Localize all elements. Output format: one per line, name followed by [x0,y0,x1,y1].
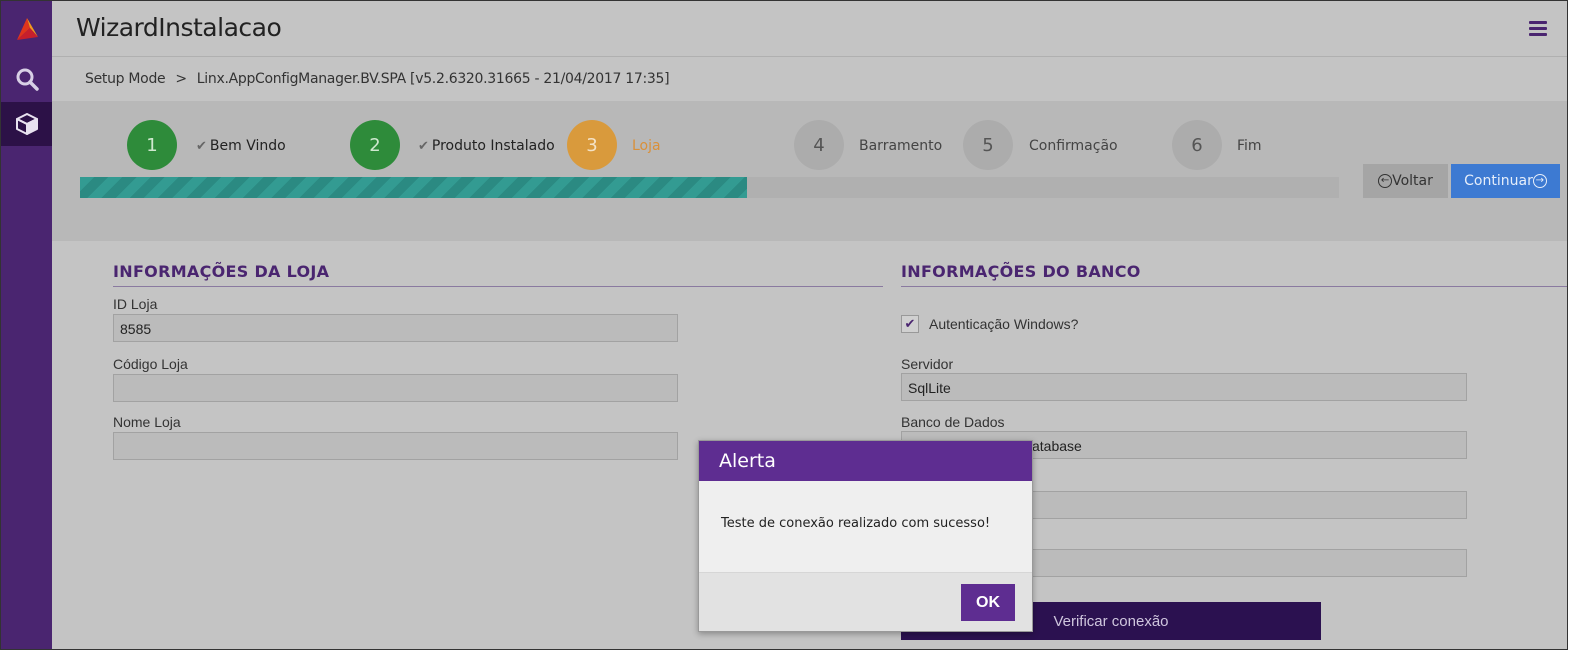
back-button[interactable]: ← Voltar [1363,164,1448,198]
db-info-title: INFORMAÇÕES DO BANCO [901,262,1567,287]
step-3-circle: 3 [567,120,617,170]
store-code-label: Código Loja [113,356,188,372]
store-info-title: INFORMAÇÕES DA LOJA [113,262,883,287]
server-input[interactable]: SqlLite [901,373,1467,401]
store-id-label: ID Loja [113,296,158,312]
store-id-input[interactable]: 8585 [113,314,678,342]
logo-icon[interactable] [1,7,52,51]
database-label: Banco de Dados [901,414,1005,430]
store-name-input[interactable] [113,432,678,460]
package-icon[interactable] [1,102,52,146]
progress-fill [80,177,748,198]
step-6-circle: 6 [1172,120,1222,170]
arrow-right-icon: → [1532,174,1547,188]
step-6-label: Fim [1237,138,1262,154]
wizard-steps: 1 ✔ Bem Vindo 2 ✔ Produto Instalado 3 Loja… [52,101,1567,241]
step-5-label: Confirmação [1029,138,1118,154]
app-window: WizardInstalacao Setup Mode > Linx.AppConf… [0,0,1568,650]
step-2-circle: 2 [350,120,400,170]
breadcrumb-separator: > [175,71,187,87]
alert-dialog: Alerta Teste de conexão realizado com su… [698,440,1033,632]
header: WizardInstalacao [52,1,1567,57]
windows-auth-label: Autenticação Windows? [929,316,1079,332]
alert-footer: OK [699,572,1032,631]
check-icon: ✔ [196,139,207,154]
wizard-progress-bar [80,177,1339,198]
app-title: WizardInstalacao [76,13,282,42]
windows-auth-checkbox[interactable]: ✔ [901,315,919,333]
alert-message: Teste de conexão realizado com sucesso! [721,516,991,531]
step-4-circle: 4 [794,120,844,170]
step-1-label: ✔ Bem Vindo [196,138,286,154]
search-icon[interactable] [1,57,52,101]
breadcrumb: Setup Mode > Linx.AppConfigManager.BV.SPA … [52,57,1567,101]
step-3-label: Loja [632,138,661,154]
arrow-left-icon: ← [1378,174,1393,188]
step-1-circle: 1 [127,120,177,170]
server-label: Servidor [901,356,954,372]
continue-button[interactable]: Continuar → [1451,164,1560,198]
breadcrumb-root[interactable]: Setup Mode [85,71,166,87]
hamburger-menu-icon[interactable] [1529,21,1547,37]
store-name-label: Nome Loja [113,414,181,430]
store-code-input[interactable] [113,374,678,402]
check-icon: ✔ [418,139,429,154]
breadcrumb-current: Linx.AppConfigManager.BV.SPA [v5.2.6320.… [196,71,670,87]
step-2-label: ✔ Produto Instalado [418,138,555,154]
step-4-label: Barramento [859,138,943,154]
sidebar [1,1,52,649]
check-icon: ✔ [904,316,916,331]
ok-button[interactable]: OK [961,584,1015,621]
alert-title: Alerta [699,441,1032,481]
step-5-circle: 5 [963,120,1013,170]
